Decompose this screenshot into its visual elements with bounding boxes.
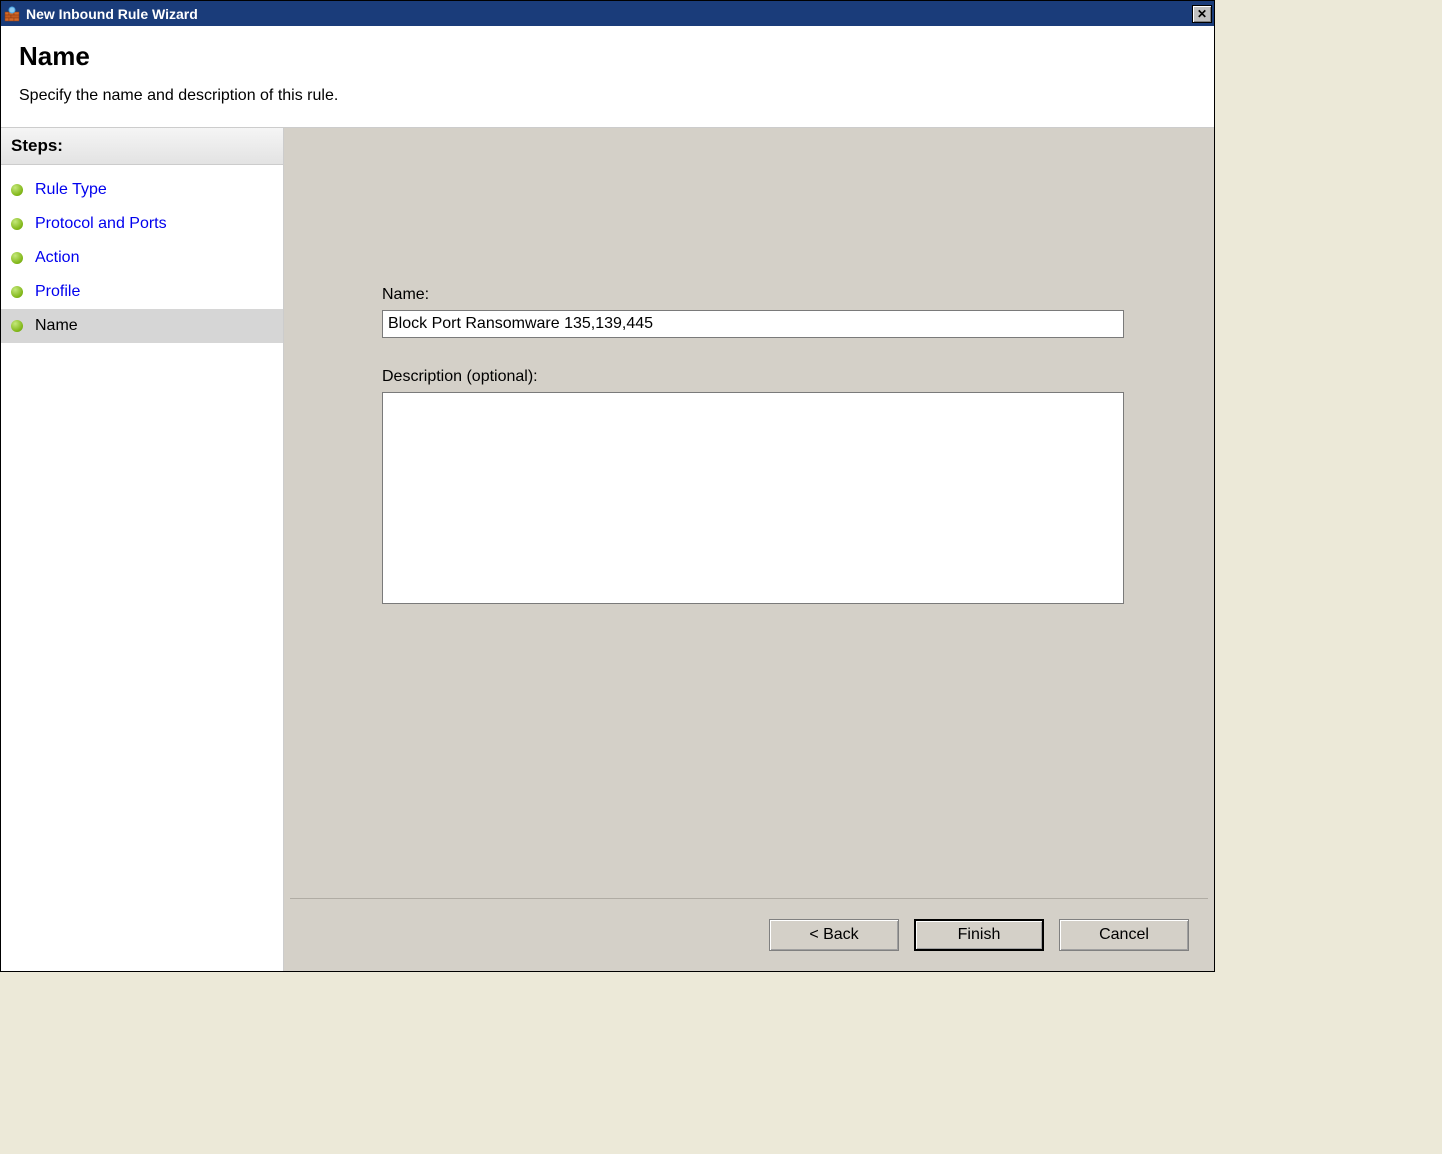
bullet-icon (11, 286, 23, 298)
close-button[interactable]: ✕ (1192, 5, 1212, 23)
description-input[interactable] (382, 392, 1124, 604)
name-input[interactable] (382, 310, 1124, 338)
firewall-icon (3, 5, 21, 23)
main-panel: Name: Description (optional): < Back Fin… (284, 128, 1214, 971)
step-name[interactable]: Name (1, 309, 283, 343)
bullet-icon (11, 184, 23, 196)
bullet-icon (11, 252, 23, 264)
name-label: Name: (382, 286, 1124, 304)
button-bar: < Back Finish Cancel (284, 899, 1214, 971)
step-profile[interactable]: Profile (1, 275, 283, 309)
step-label: Profile (35, 283, 80, 301)
cancel-button[interactable]: Cancel (1059, 919, 1189, 951)
description-group: Description (optional): (382, 368, 1124, 609)
step-label: Action (35, 249, 79, 267)
steps-list: Rule Type Protocol and Ports Action Prof… (1, 165, 283, 343)
steps-sidebar: Steps: Rule Type Protocol and Ports Acti… (1, 128, 284, 971)
wizard-header: Name Specify the name and description of… (1, 26, 1214, 128)
window-title: New Inbound Rule Wizard (26, 6, 1192, 22)
finish-button[interactable]: Finish (914, 919, 1044, 951)
page-subtitle: Specify the name and description of this… (19, 87, 1196, 105)
page-title: Name (19, 41, 1196, 72)
back-button[interactable]: < Back (769, 919, 899, 951)
wizard-body: Steps: Rule Type Protocol and Ports Acti… (1, 128, 1214, 971)
close-icon: ✕ (1197, 7, 1207, 21)
step-action[interactable]: Action (1, 241, 283, 275)
bullet-icon (11, 320, 23, 332)
step-label: Rule Type (35, 181, 107, 199)
step-label: Protocol and Ports (35, 215, 167, 233)
name-group: Name: (382, 286, 1124, 338)
bullet-icon (11, 218, 23, 230)
form-area: Name: Description (optional): (284, 128, 1214, 898)
title-bar: New Inbound Rule Wizard ✕ (1, 1, 1214, 26)
step-protocol-and-ports[interactable]: Protocol and Ports (1, 207, 283, 241)
step-label: Name (35, 317, 78, 335)
description-label: Description (optional): (382, 368, 1124, 386)
wizard-window: New Inbound Rule Wizard ✕ Name Specify t… (0, 0, 1215, 972)
step-rule-type[interactable]: Rule Type (1, 173, 283, 207)
steps-header: Steps: (1, 128, 283, 165)
